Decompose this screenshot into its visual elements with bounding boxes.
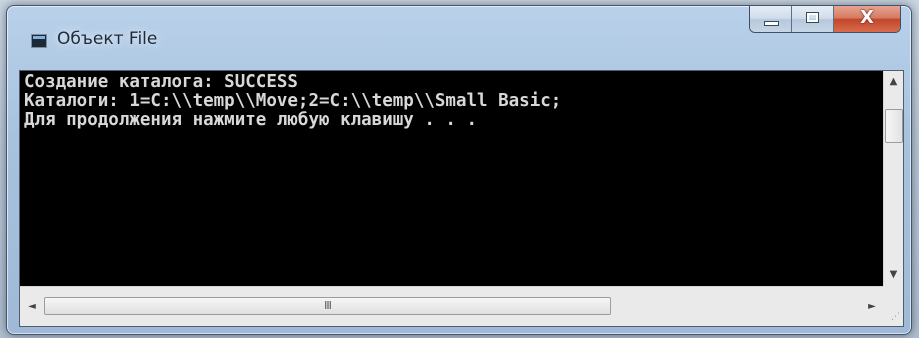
console-app-icon[interactable] [31,34,47,48]
minimize-icon [764,21,779,26]
console-output[interactable]: Создание каталога: SUCCESS Каталоги: 1=C:… [24,73,884,286]
window-title: Объект File [57,29,158,49]
maximize-icon [806,12,819,23]
console-area[interactable]: Создание каталога: SUCCESS Каталоги: 1=C:… [19,70,904,327]
resize-corner[interactable]: ⋰ [883,286,903,326]
console-line: Каталоги: 1=C:\\temp\\Move;2=C:\\temp\\S… [24,91,562,111]
console-line: Создание каталога: SUCCESS [24,73,298,92]
scroll-right-arrow-icon[interactable]: ► [863,298,881,316]
title-bar[interactable]: Объект File X [7,6,911,64]
minimize-button[interactable] [750,6,792,32]
horizontal-scrollbar[interactable]: ◄ III ► [20,286,884,326]
scroll-up-arrow-icon[interactable]: ▲ [884,73,903,91]
scroll-down-arrow-icon[interactable]: ▼ [884,266,903,284]
console-line: Для продолжения нажмите любую клавишу . … [24,110,478,130]
close-button[interactable]: X [834,6,900,32]
horizontal-scroll-thumb[interactable]: III [44,297,611,315]
scroll-left-arrow-icon[interactable]: ◄ [23,298,41,316]
caption-buttons: X [749,6,901,33]
console-window: Объект File X Создание каталога: SUCCESS… [6,5,912,335]
close-icon: X [860,7,874,28]
vertical-scrollbar[interactable]: ▲ ▼ [883,71,903,286]
resize-grip-icon[interactable]: ⋰ [891,313,900,322]
vertical-scroll-thumb[interactable] [885,109,903,143]
maximize-button[interactable] [792,6,834,32]
